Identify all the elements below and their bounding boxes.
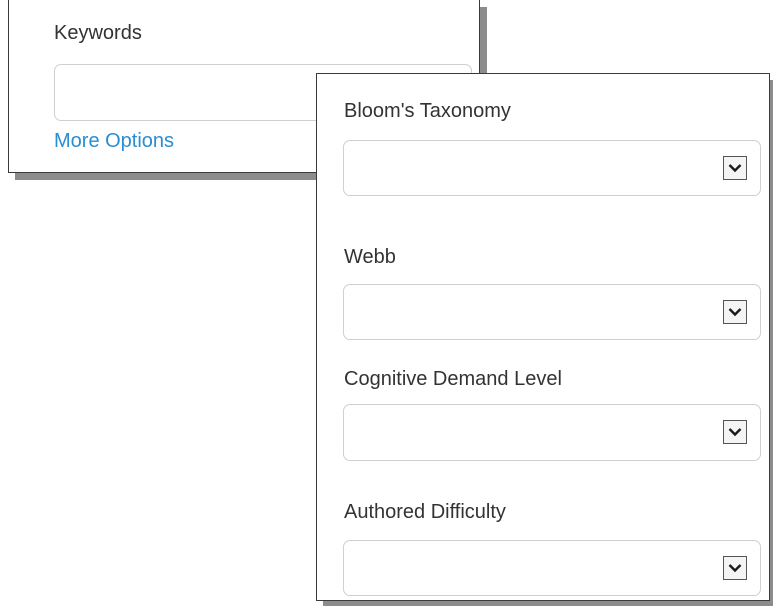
keywords-label: Keywords (54, 22, 142, 44)
filter-label-cognitive-demand-level: Cognitive Demand Level (344, 368, 562, 390)
authored-difficulty-select[interactable] (343, 540, 761, 596)
filter-label-blooms-taxonomy: Bloom's Taxonomy (344, 100, 511, 122)
webb-select[interactable] (343, 284, 761, 340)
chevron-down-icon[interactable] (723, 420, 747, 444)
filter-label-authored-difficulty: Authored Difficulty (344, 501, 506, 523)
cognitive-demand-level-select[interactable] (343, 404, 761, 461)
chevron-down-icon[interactable] (723, 556, 747, 580)
more-options-panel: Bloom's Taxonomy Webb Cognitive Demand L… (316, 73, 770, 601)
more-options-link[interactable]: More Options (54, 130, 174, 153)
filter-label-webb: Webb (344, 246, 396, 268)
blooms-taxonomy-select[interactable] (343, 140, 761, 196)
chevron-down-icon[interactable] (723, 156, 747, 180)
chevron-down-icon[interactable] (723, 300, 747, 324)
